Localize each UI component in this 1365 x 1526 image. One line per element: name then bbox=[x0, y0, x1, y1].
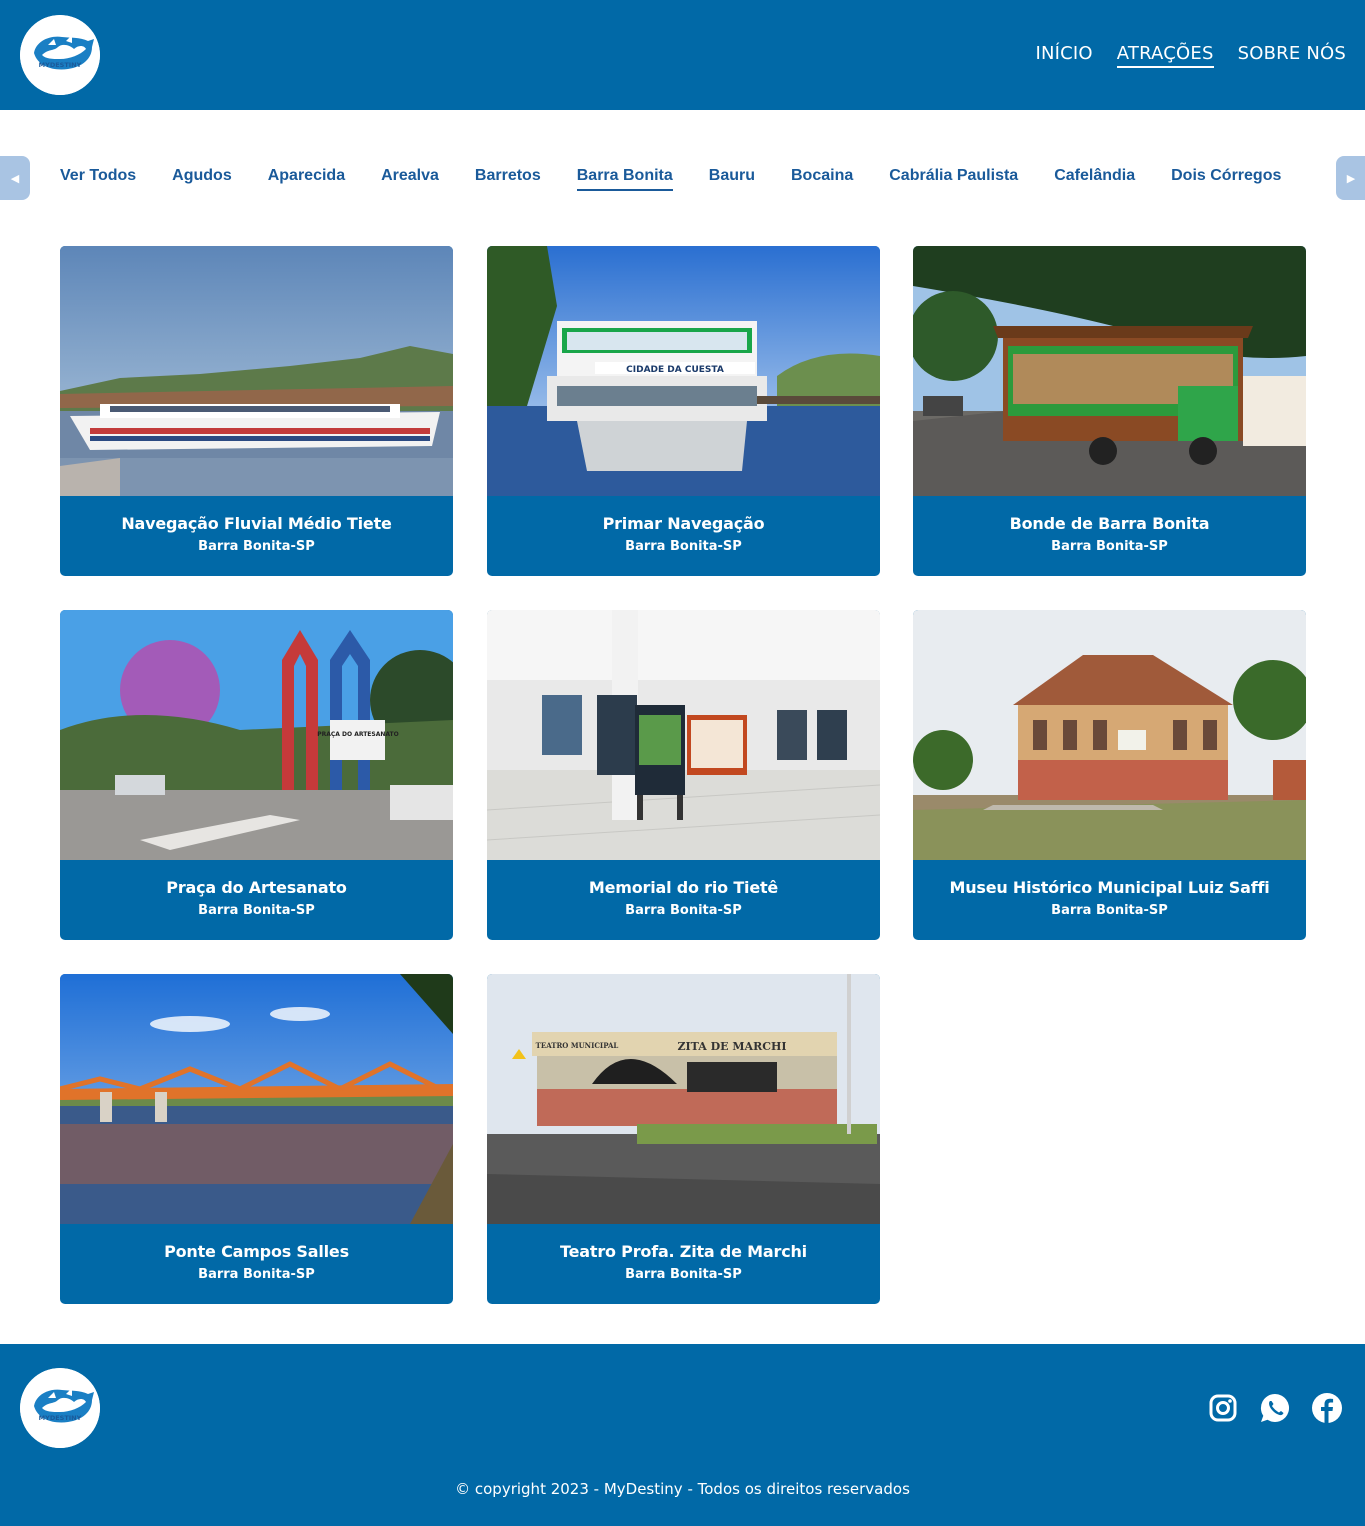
city-bauru[interactable]: Bauru bbox=[709, 166, 755, 191]
filter-prev-button[interactable]: ◀ bbox=[0, 156, 30, 200]
city-agudos[interactable]: Agudos bbox=[172, 166, 232, 191]
nav-sobre-nos[interactable]: SOBRE NÓS bbox=[1238, 43, 1346, 68]
attraction-caption: Bonde de Barra Bonita Barra Bonita-SP bbox=[913, 496, 1306, 576]
attraction-title: Navegação Fluvial Médio Tiete bbox=[121, 514, 392, 533]
svg-text:MYDESTINY: MYDESTINY bbox=[39, 1414, 82, 1422]
attraction-card[interactable]: CIDADE DA CUESTA Primar Navegação Barra … bbox=[487, 246, 880, 576]
attraction-caption: Praça do Artesanato Barra Bonita-SP bbox=[60, 860, 453, 940]
attraction-photo bbox=[60, 246, 453, 496]
attraction-location: Barra Bonita-SP bbox=[1051, 539, 1168, 554]
svg-text:MYDESTINY: MYDESTINY bbox=[39, 61, 82, 69]
attraction-title: Teatro Profa. Zita de Marchi bbox=[560, 1242, 807, 1261]
nav-inicio[interactable]: INÍCIO bbox=[1035, 43, 1092, 68]
main-nav: INÍCIO ATRAÇÕES SOBRE NÓS bbox=[1035, 43, 1346, 68]
attraction-caption: Primar Navegação Barra Bonita-SP bbox=[487, 496, 880, 576]
triangle-left-icon: ◀ bbox=[10, 172, 20, 185]
logo-icon: MYDESTINY bbox=[20, 15, 100, 95]
site-header: MYDESTINY INÍCIO ATRAÇÕES SOBRE NÓS bbox=[0, 0, 1365, 110]
attraction-photo bbox=[913, 610, 1306, 860]
instagram-icon[interactable] bbox=[1207, 1392, 1239, 1424]
city-aparecida[interactable]: Aparecida bbox=[268, 166, 345, 191]
city-ver-todos[interactable]: Ver Todos bbox=[60, 166, 136, 191]
city-cafelandia[interactable]: Cafelândia bbox=[1054, 166, 1135, 191]
site-footer: MYDESTINY © copyright 2023 - MyDestiny -… bbox=[0, 1344, 1365, 1526]
city-cabralia-paulista[interactable]: Cabrália Paulista bbox=[889, 166, 1018, 191]
attraction-caption: Teatro Profa. Zita de Marchi Barra Bonit… bbox=[487, 1224, 880, 1304]
attraction-title: Memorial do rio Tietê bbox=[588, 878, 779, 897]
attraction-title: Primar Navegação bbox=[602, 514, 765, 533]
city-arealva[interactable]: Arealva bbox=[381, 166, 439, 191]
copyright-text: © copyright 2023 - MyDestiny - Todos os … bbox=[455, 1480, 910, 1498]
attraction-card[interactable]: Ponte Campos Salles Barra Bonita-SP bbox=[60, 974, 453, 1304]
attraction-photo: PRAÇA DO ARTESANATO bbox=[60, 610, 453, 860]
attraction-photo bbox=[60, 974, 453, 1224]
attraction-location: Barra Bonita-SP bbox=[625, 539, 742, 554]
attraction-caption: Navegação Fluvial Médio Tiete Barra Boni… bbox=[60, 496, 453, 576]
attraction-photo: CIDADE DA CUESTA bbox=[487, 246, 880, 496]
social-links bbox=[1207, 1392, 1343, 1424]
attraction-card[interactable]: Bonde de Barra Bonita Barra Bonita-SP bbox=[913, 246, 1306, 576]
attraction-location: Barra Bonita-SP bbox=[198, 903, 315, 918]
attraction-card[interactable]: Navegação Fluvial Médio Tiete Barra Boni… bbox=[60, 246, 453, 576]
attraction-card[interactable]: TEATRO MUNICIPAL ZITA DE MARCHI Teatro P… bbox=[487, 974, 880, 1304]
svg-text:CIDADE DA CUESTA: CIDADE DA CUESTA bbox=[626, 365, 724, 375]
filter-next-button[interactable]: ▶ bbox=[1336, 156, 1365, 200]
city-bocaina[interactable]: Bocaina bbox=[791, 166, 853, 191]
city-barretos[interactable]: Barretos bbox=[475, 166, 541, 191]
svg-text:TEATRO MUNICIPAL: TEATRO MUNICIPAL bbox=[536, 1041, 619, 1050]
city-dois-corregos[interactable]: Dois Córregos bbox=[1171, 166, 1281, 191]
attraction-caption: Memorial do rio Tietê Barra Bonita-SP bbox=[487, 860, 880, 940]
attraction-card[interactable]: PRAÇA DO ARTESANATO Praça do Artesanato … bbox=[60, 610, 453, 940]
attraction-title: Museu Histórico Municipal Luiz Saffi bbox=[949, 878, 1270, 897]
attraction-location: Barra Bonita-SP bbox=[198, 539, 315, 554]
mydestiny-logo[interactable]: MYDESTINY bbox=[20, 15, 100, 95]
facebook-icon[interactable] bbox=[1311, 1392, 1343, 1424]
attraction-title: Ponte Campos Salles bbox=[164, 1242, 349, 1261]
attraction-location: Barra Bonita-SP bbox=[198, 1267, 315, 1282]
nav-atracoes[interactable]: ATRAÇÕES bbox=[1116, 43, 1214, 68]
attraction-photo bbox=[913, 246, 1306, 496]
attraction-location: Barra Bonita-SP bbox=[625, 903, 742, 918]
attraction-title: Praça do Artesanato bbox=[166, 878, 347, 897]
attraction-location: Barra Bonita-SP bbox=[1051, 903, 1168, 918]
attraction-location: Barra Bonita-SP bbox=[625, 1267, 742, 1282]
city-barra-bonita[interactable]: Barra Bonita bbox=[576, 166, 673, 191]
attraction-photo bbox=[487, 610, 880, 860]
attraction-photo: TEATRO MUNICIPAL ZITA DE MARCHI bbox=[487, 974, 880, 1224]
logo-icon: MYDESTINY bbox=[20, 1368, 100, 1448]
attraction-card[interactable]: Museu Histórico Municipal Luiz Saffi Bar… bbox=[913, 610, 1306, 940]
svg-text:ZITA DE MARCHI: ZITA DE MARCHI bbox=[677, 1040, 786, 1053]
mydestiny-logo[interactable]: MYDESTINY bbox=[20, 1368, 100, 1448]
attraction-caption: Ponte Campos Salles Barra Bonita-SP bbox=[60, 1224, 453, 1304]
attraction-caption: Museu Histórico Municipal Luiz Saffi Bar… bbox=[913, 860, 1306, 940]
svg-text:PRAÇA DO ARTESANATO: PRAÇA DO ARTESANATO bbox=[317, 731, 399, 738]
triangle-right-icon: ▶ bbox=[1346, 172, 1356, 185]
whatsapp-icon[interactable] bbox=[1259, 1392, 1291, 1424]
city-filter-list: Ver Todos Agudos Aparecida Arealva Barre… bbox=[60, 166, 1281, 191]
attraction-card[interactable]: Memorial do rio Tietê Barra Bonita-SP bbox=[487, 610, 880, 940]
attraction-title: Bonde de Barra Bonita bbox=[1009, 514, 1210, 533]
